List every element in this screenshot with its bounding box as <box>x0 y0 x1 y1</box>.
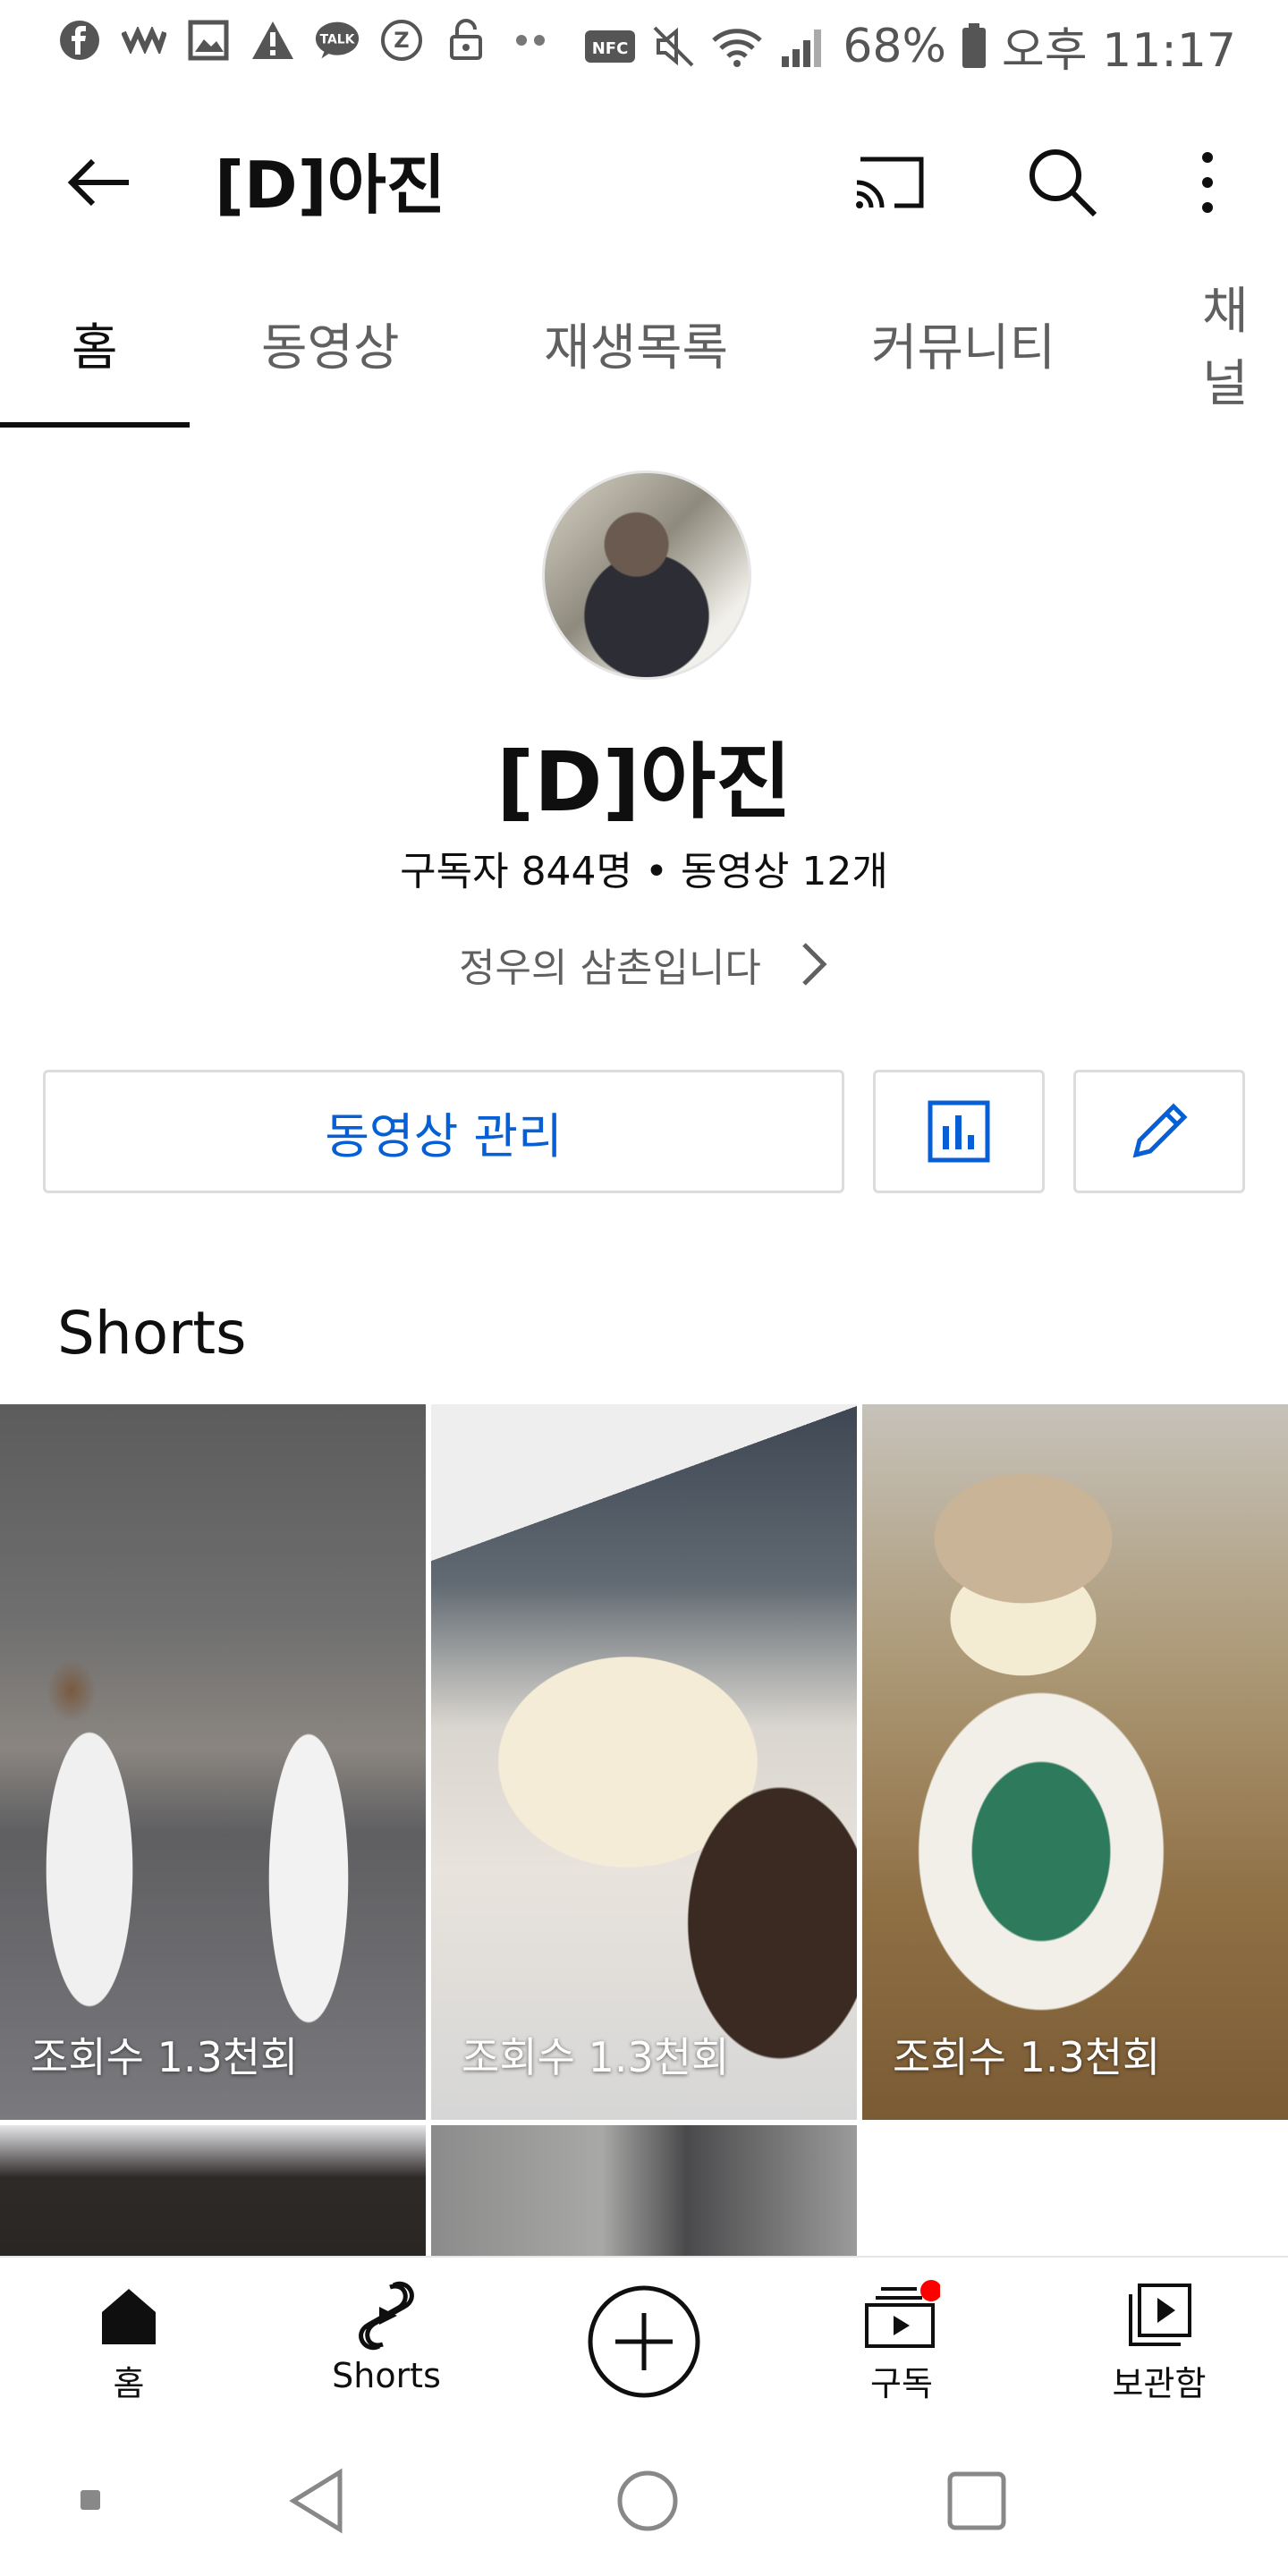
more-vertical-icon <box>1202 152 1213 213</box>
nav-subscriptions[interactable]: 구독 <box>812 2275 991 2405</box>
short-thumbnail-2[interactable]: 조회수 1.3천회 <box>431 1404 857 2120</box>
tab-community[interactable]: 커뮤니티 <box>871 256 1055 431</box>
home-icon <box>102 2289 156 2344</box>
nav-home[interactable]: 홈 <box>39 2275 218 2405</box>
channel-avatar[interactable] <box>542 470 751 680</box>
more-options-button[interactable] <box>1181 140 1234 225</box>
system-recents-button[interactable] <box>946 2470 1007 2531</box>
shorts-section-title: Shorts <box>57 1299 247 1368</box>
talk-icon: TALK <box>315 18 360 63</box>
status-bar-left-icons: TALK Z <box>57 18 553 63</box>
short-thumbnail-4[interactable] <box>0 2125 426 2256</box>
short-views: 조회수 1.3천회 <box>30 2033 299 2081</box>
channel-tabs: 홈 동영상 재생목록 커뮤니티 채널 <box>0 256 1288 431</box>
unlock-icon <box>444 18 488 63</box>
edit-channel-button[interactable] <box>1073 1070 1245 1193</box>
system-home-button[interactable] <box>615 2469 680 2533</box>
status-bar-right: NFC 68% 오후 11:17 <box>583 13 1236 80</box>
analytics-button[interactable] <box>873 1070 1045 1193</box>
gallery-icon <box>186 18 231 63</box>
pencil-icon <box>1132 1103 1188 1158</box>
cast-button[interactable] <box>850 141 930 222</box>
tab-home[interactable]: 홈 <box>72 256 118 431</box>
short-thumbnail-5[interactable] <box>431 2125 857 2256</box>
facebook-icon <box>57 18 102 63</box>
nav-shorts[interactable]: Shorts <box>297 2275 476 2395</box>
svg-text:TALK: TALK <box>320 33 356 47</box>
short-thumbnail-1[interactable]: 조회수 1.3천회 <box>0 1404 426 2120</box>
app-bar <box>0 86 1288 256</box>
signal-icon <box>782 29 822 67</box>
shorts-icon <box>359 2281 414 2351</box>
wavve-icon <box>122 18 166 63</box>
battery-percent: 68% <box>843 19 946 73</box>
back-button[interactable] <box>57 140 143 225</box>
channel-description-link[interactable]: 정우의 삼촌입니다 <box>0 936 1288 993</box>
wifi-icon <box>712 28 763 67</box>
battery-icon <box>962 22 986 68</box>
search-icon <box>1030 149 1097 217</box>
warning-icon <box>250 18 295 63</box>
tab-channel[interactable]: 채널 <box>1202 256 1288 431</box>
channel-name: [D]아진 <box>496 734 792 830</box>
svg-text:NFC: NFC <box>592 39 629 58</box>
status-bar: TALK Z NFC 68% 오후 11:17 <box>0 0 1288 86</box>
short-thumbnail-3[interactable]: 조회수 1.3천회 <box>862 1404 1288 2120</box>
nav-library-label: 보관함 <box>1112 2364 1207 2403</box>
cast-icon <box>856 157 924 208</box>
manage-videos-button[interactable]: 동영상 관리 <box>43 1070 844 1193</box>
tab-videos[interactable]: 동영상 <box>261 256 400 431</box>
create-button[interactable] <box>587 2284 701 2399</box>
system-back-button[interactable] <box>286 2467 349 2535</box>
channel-stats: 구독자 844명 • 동영상 12개 <box>400 849 888 894</box>
subscriptions-icon <box>865 2280 940 2348</box>
nav-subscriptions-label: 구독 <box>870 2364 933 2403</box>
channel-description: 정우의 삼촌입니다 <box>459 945 761 991</box>
chevron-right-icon <box>802 943 827 986</box>
bottom-navigation: 홈 Shorts 구독 보관함 <box>0 2256 1288 2436</box>
search-button[interactable] <box>1020 140 1106 225</box>
system-navigation-bar <box>0 2435 1288 2576</box>
svg-text:Z: Z <box>394 28 409 53</box>
nav-home-label: 홈 <box>113 2364 145 2403</box>
more-dots-icon <box>508 18 553 63</box>
active-tab-indicator <box>0 422 190 428</box>
notification-dot <box>920 2280 940 2301</box>
z-icon: Z <box>379 18 424 63</box>
short-views: 조회수 1.3천회 <box>462 2033 730 2081</box>
create-plus-icon <box>588 2285 700 2398</box>
app-bar-title: [D]아진 <box>215 148 446 223</box>
sysnav-indicator-icon <box>80 2490 100 2510</box>
back-arrow-icon <box>67 158 129 207</box>
nav-shorts-label: Shorts <box>332 2356 441 2395</box>
short-views: 조회수 1.3천회 <box>893 2033 1161 2081</box>
mute-icon <box>653 26 694 66</box>
manage-videos-label: 동영상 관리 <box>325 1107 563 1165</box>
nfc-icon: NFC <box>585 30 636 63</box>
status-time: 오후 11:17 <box>1001 24 1236 78</box>
library-icon <box>1129 2284 1191 2346</box>
analytics-icon <box>928 1100 990 1163</box>
nav-library[interactable]: 보관함 <box>1070 2275 1249 2405</box>
tab-playlists[interactable]: 재생목록 <box>544 256 728 431</box>
